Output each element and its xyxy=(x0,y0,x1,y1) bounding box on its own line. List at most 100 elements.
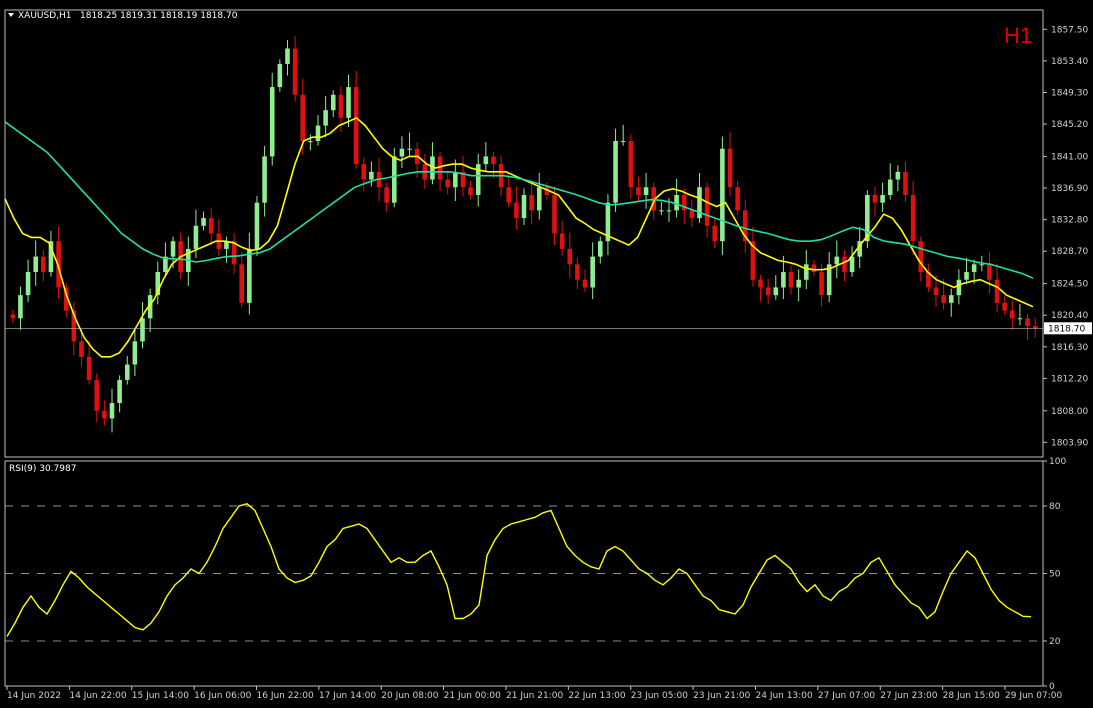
candle-body xyxy=(514,202,519,219)
candle-body xyxy=(124,364,130,380)
candle-body xyxy=(781,272,786,288)
candle-body xyxy=(407,148,412,150)
candle-body xyxy=(1017,318,1023,320)
price-axis-label: 1828.70 xyxy=(1051,247,1088,257)
candle-body xyxy=(704,187,710,226)
candle-body xyxy=(247,248,252,303)
candle-body xyxy=(292,48,298,95)
candle-body xyxy=(33,256,38,273)
candle-body xyxy=(994,279,1000,303)
candle-body xyxy=(262,156,267,203)
candle-body xyxy=(86,356,92,380)
candle-body xyxy=(796,279,801,288)
candle-body xyxy=(79,341,84,357)
candle-body xyxy=(887,179,893,195)
candle-body xyxy=(529,194,534,211)
candle-body xyxy=(643,187,649,195)
candle-body xyxy=(239,264,244,303)
timeframe-label: H1 xyxy=(1004,23,1032,48)
candle-body xyxy=(727,148,733,188)
candle-body xyxy=(559,233,565,249)
rsi-axis-label: 100 xyxy=(1049,457,1066,467)
candle-body xyxy=(18,295,23,319)
time-axis-label: 17 Jun 14:00 xyxy=(319,691,376,701)
candle-body xyxy=(170,241,176,257)
candle-body xyxy=(269,87,275,157)
candle-body xyxy=(445,179,450,188)
time-axis-label: 28 Jun 15:00 xyxy=(943,691,1000,701)
candle-body xyxy=(918,241,924,273)
price-axis-label: 1857.50 xyxy=(1051,25,1088,35)
candle-body xyxy=(117,379,122,404)
candle-body xyxy=(369,171,374,180)
candle-body xyxy=(41,256,46,273)
candle-body xyxy=(788,272,794,288)
candle-body xyxy=(933,287,939,296)
price-axis-label: 1808.00 xyxy=(1051,407,1088,417)
candle-body xyxy=(353,87,359,165)
candle-body xyxy=(659,210,664,212)
candle-body xyxy=(1002,302,1007,311)
candle-body xyxy=(842,256,847,273)
time-axis-label: 27 Jun 23:00 xyxy=(880,691,937,701)
candle-body xyxy=(468,187,473,195)
candle-body xyxy=(453,171,458,188)
candle-body xyxy=(880,194,885,203)
candle-body xyxy=(254,202,260,249)
candle-body xyxy=(399,148,405,157)
time-axis-label: 27 Jun 07:00 xyxy=(818,691,875,701)
candle-body xyxy=(735,187,740,211)
candle-body xyxy=(536,187,542,211)
candle-body xyxy=(567,248,573,265)
candle-body xyxy=(628,141,634,188)
candle-body xyxy=(308,141,313,143)
candle-body xyxy=(384,187,389,203)
candle-body xyxy=(552,194,557,234)
ohlc-label: 1818.25 1819.31 1818.19 1818.70 xyxy=(80,11,238,21)
candle-body xyxy=(834,256,840,265)
candle-body xyxy=(804,264,809,280)
candle-body xyxy=(140,318,145,342)
time-axis-label: 16 Jun 22:00 xyxy=(257,691,314,701)
candle-body xyxy=(285,48,290,64)
candle-body xyxy=(392,156,397,203)
price-axis-label: 1853.40 xyxy=(1051,57,1088,67)
candle-body xyxy=(689,210,695,219)
candle-body xyxy=(575,264,580,280)
time-axis-label: 24 Jun 13:00 xyxy=(756,691,813,701)
price-axis-label: 1816.30 xyxy=(1051,343,1088,353)
candle-body xyxy=(315,125,321,142)
rsi-axis-label: 50 xyxy=(1049,570,1061,580)
candle-body xyxy=(903,171,908,195)
candle-body xyxy=(346,87,351,118)
candle-body xyxy=(277,63,283,88)
time-axis-label: 16 Jun 06:00 xyxy=(194,691,251,701)
candle-body xyxy=(491,156,496,165)
candle-body xyxy=(323,110,328,126)
candle-body xyxy=(102,410,107,419)
candle-body xyxy=(10,314,16,319)
candle-body xyxy=(636,187,641,195)
price-axis-label: 1812.20 xyxy=(1051,374,1088,384)
price-axis-label: 1832.80 xyxy=(1051,216,1088,226)
time-axis-label: 15 Jun 14:00 xyxy=(132,691,189,701)
chart-canvas: 1857.50 1853.40 1849.30 1845.20 1841.00 1836.… xyxy=(0,0,1093,708)
candle-body xyxy=(94,379,100,411)
price-axis-label: 1849.30 xyxy=(1051,88,1088,98)
candle-body xyxy=(598,241,603,257)
candle-body xyxy=(666,210,672,212)
rsi-axis-label: 80 xyxy=(1049,502,1061,512)
candle-body xyxy=(964,272,969,280)
price-axis-label: 1820.40 xyxy=(1051,311,1088,321)
candle-body xyxy=(613,141,618,203)
price-axis-label: 1803.90 xyxy=(1051,438,1088,448)
candle-body xyxy=(971,264,977,273)
candle-body xyxy=(132,341,138,365)
candle-body xyxy=(956,279,962,296)
rsi-axis-label: 20 xyxy=(1049,637,1061,647)
candle-body xyxy=(720,148,725,242)
candle-body xyxy=(758,279,763,288)
candle-body xyxy=(193,225,199,249)
candle-body xyxy=(590,256,595,288)
candle-body xyxy=(338,94,344,118)
